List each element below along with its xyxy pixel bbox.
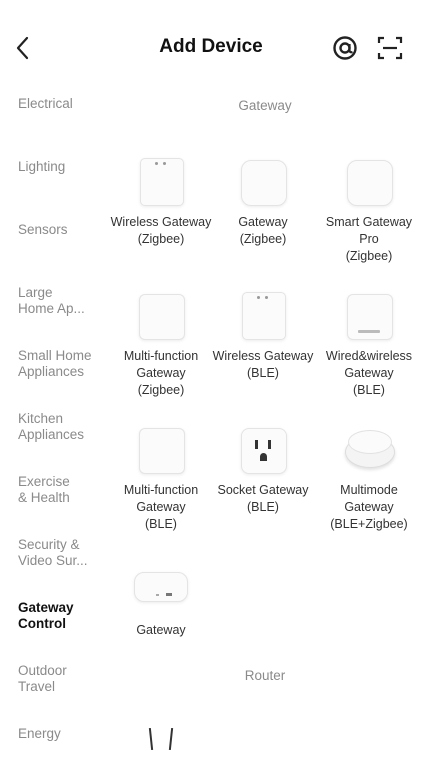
round-hub-icon: [344, 426, 395, 476]
sidebar-item-small-home-appliances[interactable]: Small Home Appliances: [0, 340, 108, 403]
device-socket-gateway-ble[interactable]: Socket Gateway (BLE): [210, 426, 316, 516]
square-gateway-icon: [238, 158, 288, 208]
tall-gateway-icon: [238, 292, 288, 342]
device-multimode-gateway-ble-zigbee[interactable]: Multimode Gateway (BLE+Zigbee): [316, 426, 422, 533]
at-sign-button[interactable]: [331, 34, 359, 62]
wired-gateway-icon: [344, 292, 394, 342]
sidebar-item-security-video[interactable]: Security & Video Sur...: [0, 529, 108, 592]
sidebar-item-gateway-control[interactable]: Gateway Control: [0, 592, 108, 655]
scan-icon: [377, 36, 403, 60]
scan-button[interactable]: [376, 34, 404, 62]
square-gateway-icon: [136, 292, 186, 342]
section-title-router: Router: [244, 668, 286, 683]
socket-icon: [238, 426, 288, 476]
device-smart-gateway-pro-zigbee[interactable]: Smart Gateway Pro (Zigbee): [316, 158, 422, 265]
tall-gateway-icon: [136, 158, 186, 208]
device-wireless-gateway-zigbee[interactable]: Wireless Gateway (Zigbee): [108, 158, 214, 248]
sidebar-item-large-home-appliances[interactable]: Large Home Ap...: [0, 277, 108, 340]
header: Add Device: [0, 0, 422, 95]
router-icon: [136, 724, 186, 774]
sidebar-item-outdoor-travel[interactable]: Outdoor Travel: [0, 655, 108, 718]
sidebar-item-electrical[interactable]: Electrical: [0, 88, 108, 151]
sidebar-item-kitchen-appliances[interactable]: Kitchen Appliances: [0, 403, 108, 466]
section-title-gateway: Gateway: [238, 98, 292, 113]
device-wired-wireless-gateway-ble[interactable]: Wired&wireless Gateway (BLE): [316, 292, 422, 399]
device-multi-function-gateway-ble[interactable]: Multi-function Gateway (BLE): [108, 426, 214, 533]
flat-hub-icon: [134, 566, 188, 616]
sidebar-item-exercise-health[interactable]: Exercise & Health: [0, 466, 108, 529]
device-gateway[interactable]: Gateway: [108, 566, 214, 639]
at-sign-icon: [333, 36, 357, 60]
device-router[interactable]: [108, 724, 214, 774]
device-wireless-gateway-ble[interactable]: Wireless Gateway (BLE): [210, 292, 316, 382]
sidebar-item-lighting[interactable]: Lighting: [0, 151, 108, 214]
square-gateway-icon: [344, 158, 394, 208]
category-sidebar: Electrical Lighting Sensors Large Home A…: [0, 88, 108, 781]
sidebar-item-sensors[interactable]: Sensors: [0, 214, 108, 277]
device-multi-function-gateway-zigbee[interactable]: Multi-function Gateway (Zigbee): [108, 292, 214, 399]
square-gateway-icon: [136, 426, 186, 476]
device-gateway-zigbee[interactable]: Gateway (Zigbee): [210, 158, 316, 248]
